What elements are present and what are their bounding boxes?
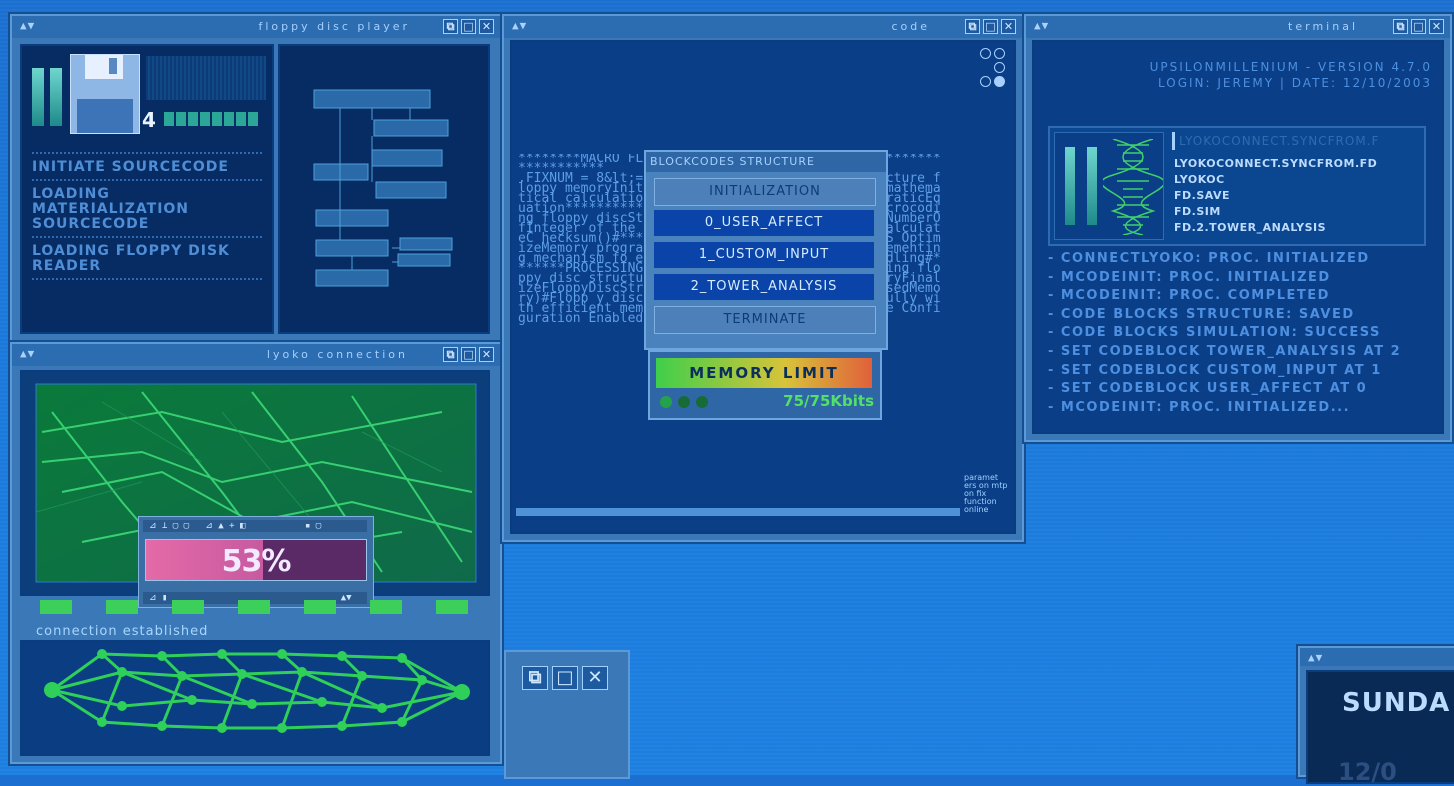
floppy-flowchart-panel	[278, 44, 490, 334]
date-label: 12/0	[1338, 758, 1397, 786]
noise-display	[146, 56, 266, 100]
signal-blocks	[40, 600, 480, 614]
log-line: - MCODEINIT: PROC. COMPLETED	[1048, 288, 1330, 304]
file-browser: LYOKOCONNECT.SYNCFROM.F LYOKOCONNECT.SYN…	[1048, 126, 1426, 246]
terminal-titlebar[interactable]: ▲▼ terminal ⧉ □ ✕	[1026, 16, 1450, 38]
minimized-window: ⧉ □ ✕	[504, 650, 630, 779]
progress-widget: ⊿ ⊥ ▢ ▢ ⊿ ▲ + ◧ ▪ ▢ 53% ⊿ ▮ ▲▼	[138, 516, 374, 608]
memory-value: 75/75Kbits	[783, 392, 874, 410]
window-title: code	[891, 20, 930, 33]
network-graph-panel	[20, 640, 490, 756]
memory-limit-widget: MEMORY LIMIT 75/75Kbits	[648, 350, 882, 420]
close-icon[interactable]: ✕	[1429, 19, 1444, 34]
collapse-arrows-icon[interactable]: ▲▼	[512, 19, 527, 32]
track-segments	[164, 112, 268, 126]
network-graph	[44, 649, 470, 733]
log-line: - SET CODEBLOCK USER_AFFECT AT 0	[1048, 381, 1368, 397]
terminal-header-login: LOGIN: JEREMY | DATE: 12/10/2003	[1157, 76, 1432, 90]
close-icon[interactable]: ✕	[1001, 19, 1016, 34]
progress-toolbar: ⊿ ⊥ ▢ ▢ ⊿ ▲ + ◧ ▪ ▢	[143, 520, 367, 532]
file-item[interactable]: FD.2.TOWER_ANALYSIS	[1174, 220, 1420, 236]
maximize-icon[interactable]: □	[552, 666, 578, 690]
file-item[interactable]: LYOKOCONNECT.SYNCFROM.FD	[1174, 156, 1420, 172]
maximize-icon[interactable]: □	[461, 347, 476, 362]
dna-viewer	[1054, 132, 1164, 240]
window-title: terminal	[1288, 20, 1358, 33]
calendar-window: ▲▼ SUNDA 12/0	[1298, 646, 1454, 786]
memory-limit-bar: MEMORY LIMIT	[656, 358, 872, 388]
file-item[interactable]: FD.SIM	[1174, 204, 1420, 220]
calendar-panel: SUNDA 12/0	[1306, 670, 1454, 786]
floppy-disk-icon	[70, 54, 140, 134]
side-note: paramet ers on mtp on fix function onlin…	[964, 473, 1008, 514]
code-titlebar[interactable]: ▲▼ code ⧉ □ ✕	[504, 16, 1022, 38]
maximize-icon[interactable]: □	[983, 19, 998, 34]
restore-icon[interactable]: ⧉	[443, 347, 458, 362]
file-list-header: LYOKOCONNECT.SYNCFROM.F	[1172, 132, 1418, 150]
floppy-left-panel: 4 INITIATE SOURCECODE LOADING MATERIALIZ…	[20, 44, 274, 334]
memory-indicator-dots	[660, 396, 710, 410]
log-line: - SET CODEBLOCK TOWER_ANALYSIS AT 2	[1048, 343, 1402, 359]
terminal-log: - CONNECTLYOKO: PROC. INITIALIZED - MCOD…	[1048, 250, 1438, 417]
restore-icon[interactable]: ⧉	[1393, 19, 1408, 34]
menu-item-loading-materialization[interactable]: LOADING MATERIALIZATION SOURCECODE	[32, 179, 262, 236]
file-item[interactable]: LYOKOC	[1174, 172, 1420, 188]
code-scrollbar[interactable]	[516, 508, 960, 516]
progress-bar: 53%	[145, 539, 367, 581]
radio-dots[interactable]	[980, 48, 1008, 88]
log-line: - MCODEINIT: PROC. INITIALIZED	[1048, 269, 1331, 285]
collapse-arrows-icon[interactable]: ▲▼	[1308, 651, 1323, 664]
block-button-initialization[interactable]: INITIALIZATION	[654, 178, 876, 206]
lyoko-titlebar[interactable]: ▲▼ lyoko connection ⧉ □ ✕	[12, 344, 500, 366]
collapse-arrows-icon[interactable]: ▲▼	[20, 19, 35, 32]
restore-icon[interactable]: ⧉	[522, 666, 548, 690]
blockcodes-title: BLOCKCODES STRUCTURE	[646, 152, 886, 172]
file-list: LYOKOCONNECT.SYNCFROM.FD LYOKOC FD.SAVE …	[1174, 156, 1420, 236]
menu-item-initiate-sourcecode[interactable]: INITIATE SOURCECODE	[32, 152, 262, 179]
calendar-titlebar[interactable]: ▲▼	[1300, 648, 1454, 666]
block-button-user-affect[interactable]: 0_USER_AFFECT	[654, 210, 874, 236]
block-button-custom-input[interactable]: 1_CUSTOM_INPUT	[654, 242, 874, 268]
lyoko-connection-window: ▲▼ lyoko connection ⧉ □ ✕ ⊿ ⊥ ▢ ▢ ⊿ ▲ + …	[10, 342, 502, 764]
restore-icon[interactable]: ⧉	[965, 19, 980, 34]
block-button-tower-analysis[interactable]: 2_TOWER_ANALYSIS	[654, 274, 874, 300]
close-icon[interactable]: ✕	[479, 347, 494, 362]
flowchart-diagram	[313, 89, 453, 287]
log-line: - CODE BLOCKS STRUCTURE: SAVED	[1048, 306, 1355, 322]
close-icon[interactable]: ✕	[479, 19, 494, 34]
track-number: 4	[142, 108, 156, 132]
maximize-icon[interactable]: □	[1411, 19, 1426, 34]
log-line: - CODE BLOCKS SIMULATION: SUCCESS	[1048, 325, 1381, 341]
block-button-terminate[interactable]: TERMINATE	[654, 306, 876, 334]
file-item[interactable]: FD.SAVE	[1174, 188, 1420, 204]
window-title: lyoko connection	[266, 348, 408, 361]
terminal-window: ▲▼ terminal ⧉ □ ✕ UPSILONMILLENIUM - VER…	[1024, 14, 1452, 442]
code-window: ▲▼ code ⧉ □ ✕ ********MACRO FLOPPY******…	[502, 14, 1024, 542]
dna-helix-icon	[1103, 139, 1163, 235]
blockcodes-dialog: BLOCKCODES STRUCTURE INITIALIZATION 0_US…	[644, 150, 888, 350]
window-title: floppy disc player	[258, 20, 410, 33]
log-line: - CONNECTLYOKO: PROC. INITIALIZED	[1048, 251, 1370, 266]
floppy-disc-player-window: ▲▼ floppy disc player ⧉ □ ✕ 4 INITIATE S…	[10, 14, 502, 342]
restore-icon[interactable]: ⧉	[443, 19, 458, 34]
maximize-icon[interactable]: □	[461, 19, 476, 34]
terminal-header-version: UPSILONMILLENIUM - VERSION 4.7.0	[1149, 60, 1432, 74]
close-icon[interactable]: ✕	[582, 666, 608, 690]
menu-item-loading-floppy-reader[interactable]: LOADING FLOPPY DISK READER	[32, 236, 262, 280]
level-meter	[32, 66, 66, 126]
floppy-menu: INITIATE SOURCECODE LOADING MATERIALIZAT…	[22, 152, 272, 280]
log-line: - MCODEINIT: PROC. INITIALIZED...	[1048, 399, 1351, 415]
log-line: - SET CODEBLOCK CUSTOM_INPUT AT 1	[1048, 362, 1382, 378]
connection-status: connection established	[36, 624, 209, 639]
collapse-arrows-icon[interactable]: ▲▼	[20, 347, 35, 360]
day-label: SUNDA	[1342, 688, 1451, 718]
progress-label: 53%	[221, 544, 292, 579]
terminal-panel: UPSILONMILLENIUM - VERSION 4.7.0 LOGIN: …	[1032, 40, 1444, 434]
floppy-titlebar[interactable]: ▲▼ floppy disc player ⧉ □ ✕	[12, 16, 500, 38]
collapse-arrows-icon[interactable]: ▲▼	[1034, 19, 1049, 32]
